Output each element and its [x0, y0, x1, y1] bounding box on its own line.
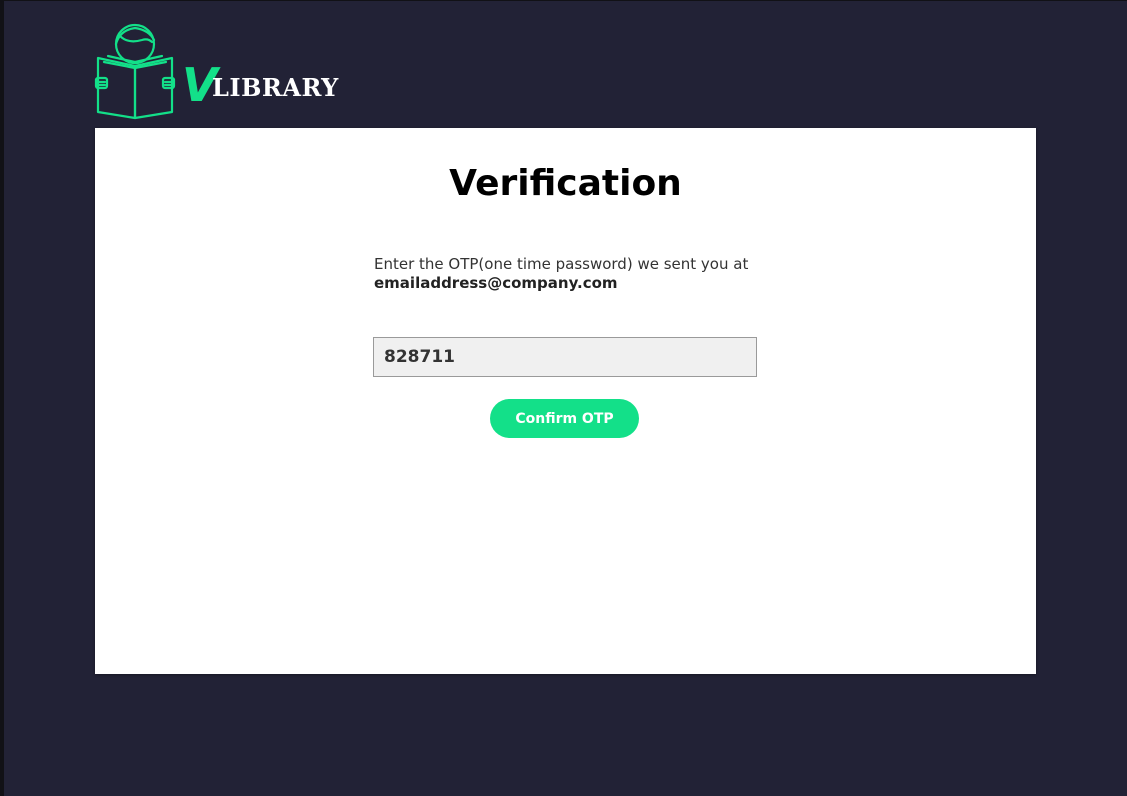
- vlibrary-logo: V LIBRARY: [94, 22, 344, 120]
- otp-input[interactable]: [373, 337, 757, 377]
- window-left-border: [0, 0, 4, 796]
- page-title: Verification: [449, 163, 682, 204]
- reading-book-icon: [94, 23, 176, 120]
- recipient-email: emailaddress@company.com: [374, 274, 618, 292]
- window-top-border: [0, 0, 1127, 1]
- verification-card: Verification Enter the OTP(one time pass…: [95, 128, 1036, 674]
- instruction-text: Enter the OTP(one time password) we sent…: [374, 255, 749, 273]
- otp-instruction: Enter the OTP(one time password) we sent…: [374, 255, 774, 293]
- confirm-otp-button[interactable]: Confirm OTP: [490, 399, 639, 438]
- logo-wordmark: LIBRARY: [212, 73, 339, 102]
